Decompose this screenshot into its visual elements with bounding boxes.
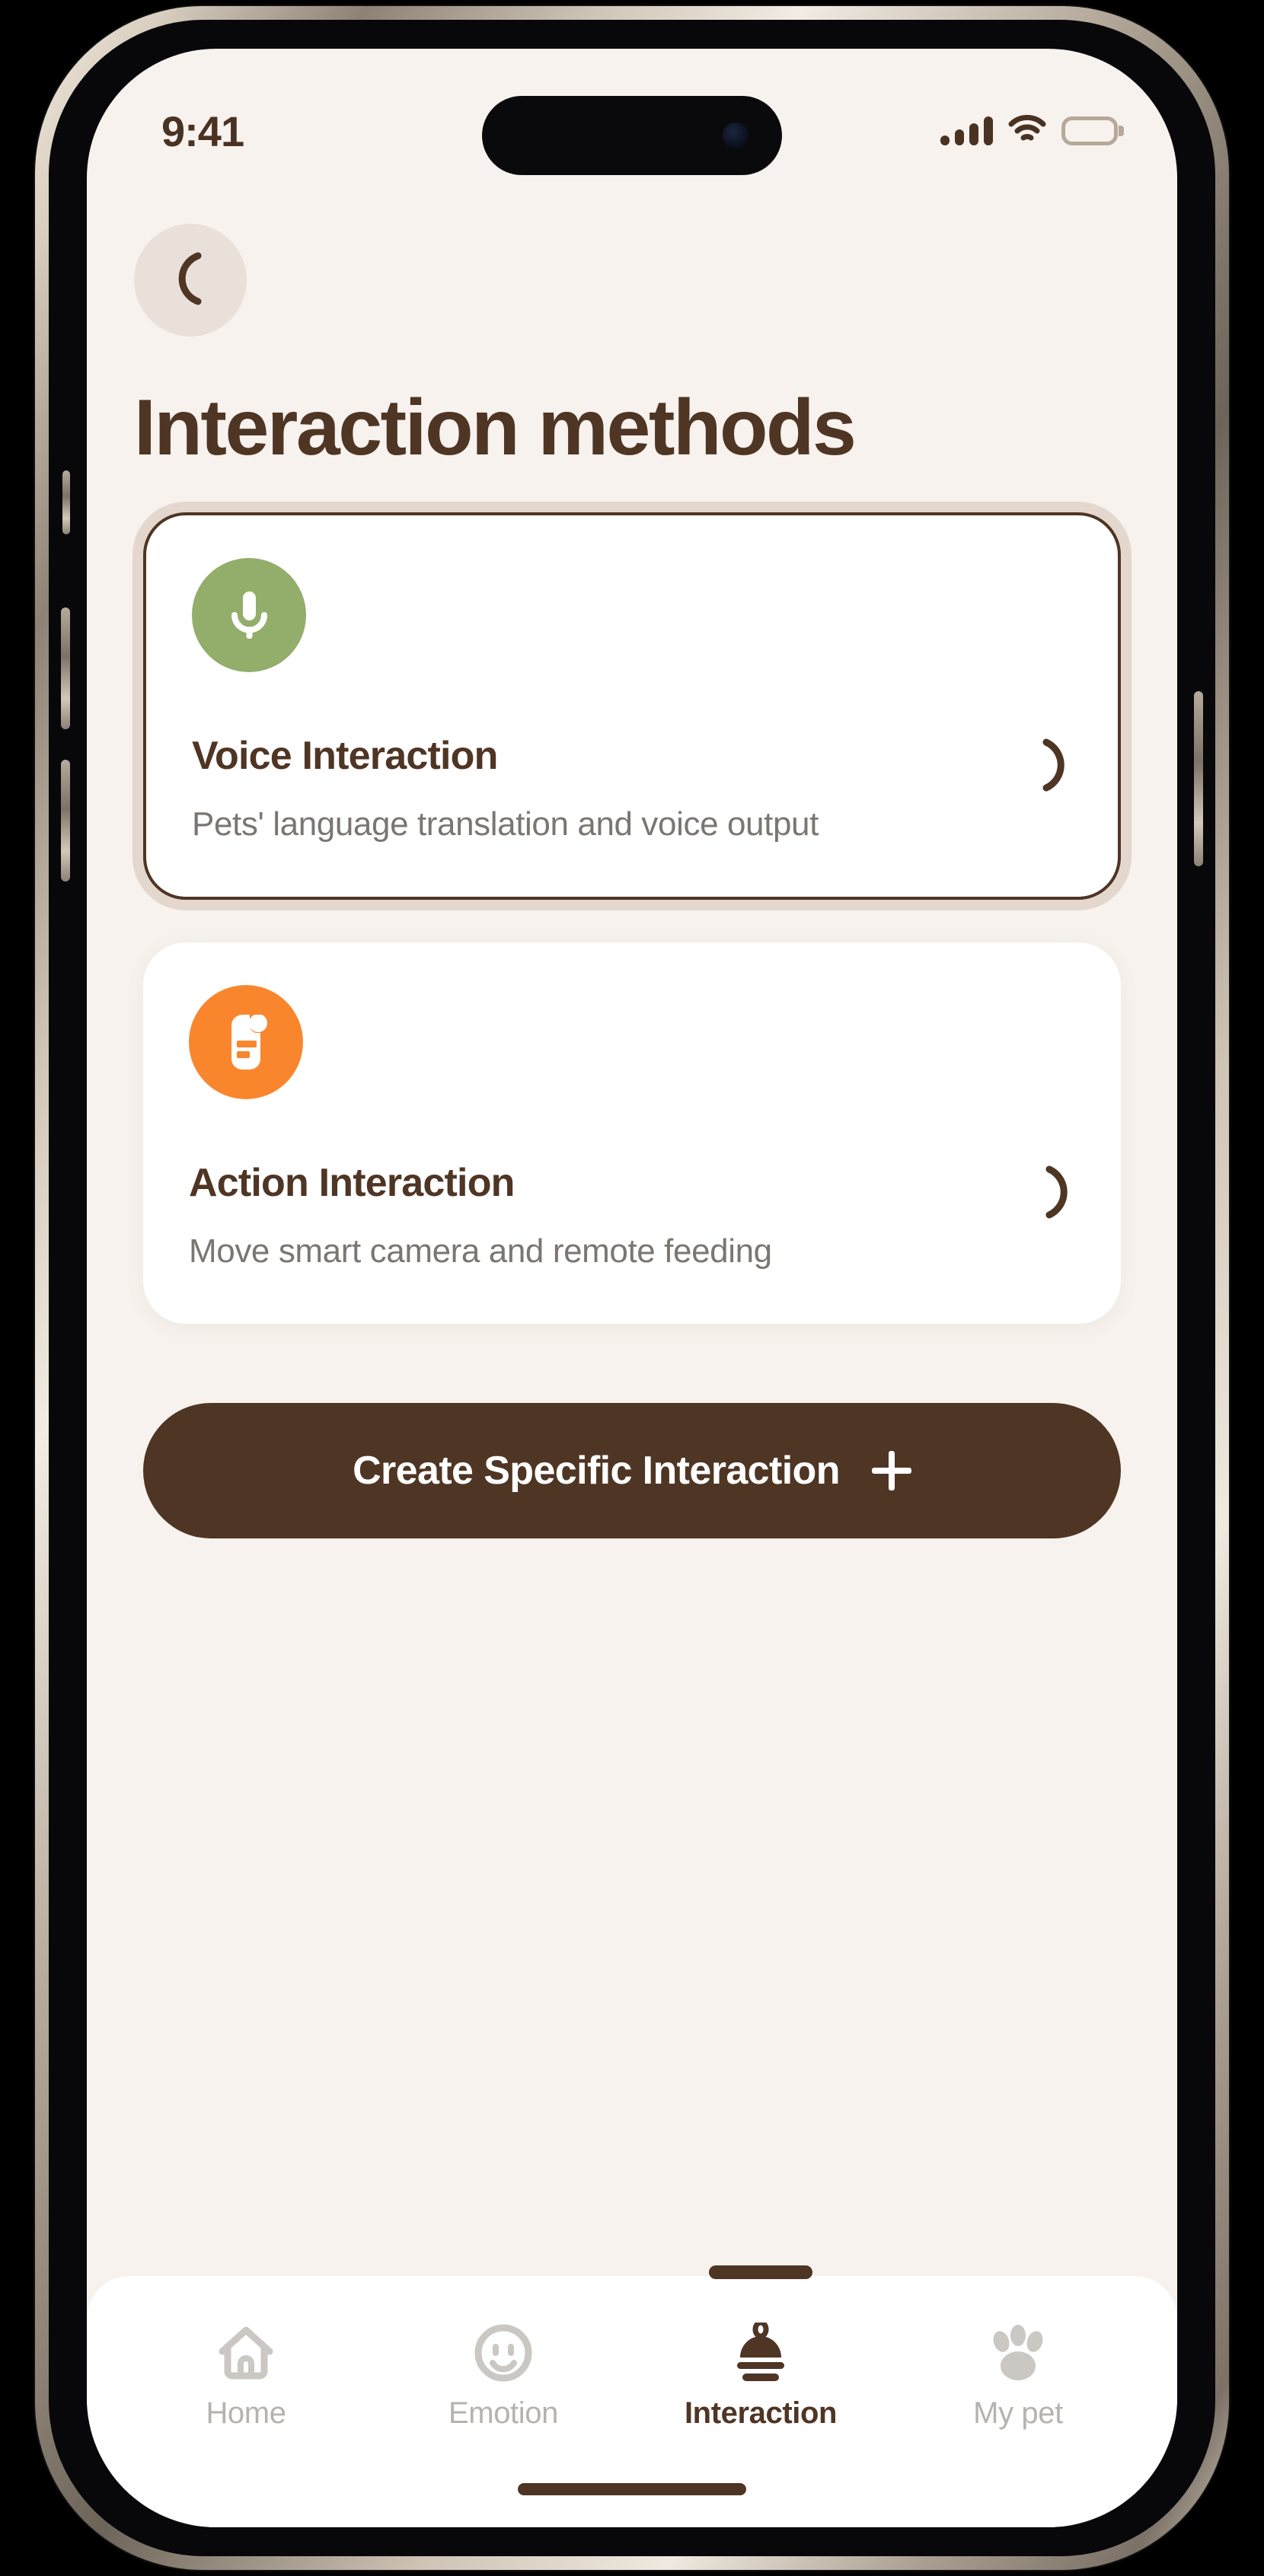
card-action-interaction[interactable]: Action Interaction Move smart camera and… — [143, 942, 1121, 1324]
paw-print-icon — [986, 2320, 1050, 2386]
status-icons — [940, 114, 1118, 148]
wifi-icon — [1008, 114, 1046, 148]
content-fade-overlay — [87, 2139, 1177, 2276]
cta-label: Create Specific Interaction — [353, 1448, 840, 1493]
volume-up-button[interactable] — [61, 607, 70, 729]
tab-my-pet[interactable]: My pet — [889, 2276, 1147, 2527]
card-title: Voice Interaction — [192, 734, 498, 779]
interaction-cards-list: Voice Interaction Pets' language transla… — [134, 512, 1130, 1324]
phone-frame: 9:41 Interaction methods Voice Interacti… — [35, 6, 1229, 2570]
card-title: Action Interaction — [189, 1160, 515, 1205]
cellular-signal-icon — [940, 116, 993, 145]
active-tab-indicator — [709, 2265, 812, 2279]
plus-icon — [871, 1450, 911, 1490]
document-icon — [189, 984, 303, 1099]
home-indicator[interactable] — [518, 2483, 746, 2495]
tab-label: My pet — [973, 2396, 1063, 2430]
tab-home[interactable]: Home — [117, 2276, 375, 2527]
chevron-right-icon[interactable] — [1040, 1163, 1074, 1225]
volume-down-button[interactable] — [61, 760, 70, 882]
card-description: Move smart camera and remote feeding — [189, 1232, 772, 1270]
home-icon — [216, 2320, 276, 2386]
phone-screen: 9:41 Interaction methods Voice Interacti… — [87, 49, 1177, 2527]
silent-switch-button[interactable] — [62, 470, 70, 534]
chevron-right-icon[interactable] — [1037, 736, 1071, 798]
tab-label: Home — [206, 2396, 286, 2430]
front-camera-icon — [723, 123, 749, 148]
microphone-icon — [192, 558, 306, 673]
chevron-left-icon — [173, 251, 208, 310]
power-button[interactable] — [1194, 691, 1203, 866]
dynamic-island — [482, 96, 782, 175]
card-voice-interaction[interactable]: Voice Interaction Pets' language transla… — [143, 512, 1121, 900]
tab-label: Interaction — [684, 2396, 838, 2430]
create-specific-interaction-button[interactable]: Create Specific Interaction — [143, 1402, 1121, 1538]
back-button[interactable] — [134, 224, 247, 336]
tab-label: Emotion — [448, 2396, 558, 2430]
card-description: Pets' language translation and voice out… — [192, 805, 819, 843]
status-time: 9:41 — [161, 107, 244, 155]
smiley-face-icon — [474, 2320, 533, 2386]
bell-icon — [729, 2320, 792, 2386]
battery-icon — [1061, 116, 1118, 145]
main-content: Interaction methods Voice Interaction Pe… — [87, 178, 1177, 1538]
page-title: Interaction methods — [134, 384, 857, 472]
